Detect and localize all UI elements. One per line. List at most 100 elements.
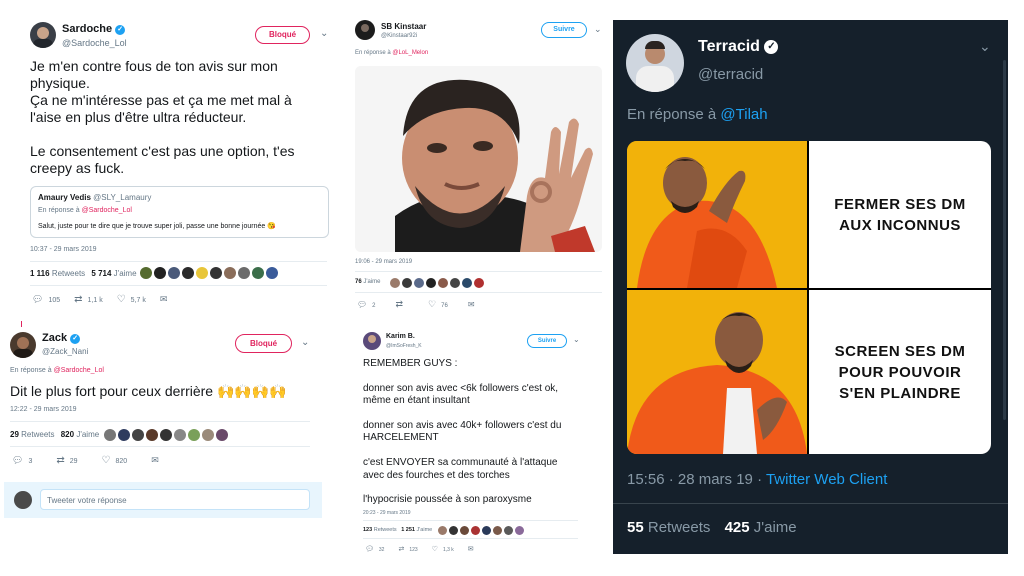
like-count: 425 (724, 519, 750, 536)
avatar[interactable] (174, 429, 186, 441)
avatar[interactable] (210, 267, 222, 279)
avatar[interactable] (216, 429, 228, 441)
avatar[interactable] (202, 429, 214, 441)
reply-to-link[interactable]: @Sardoche_Lol (54, 367, 104, 374)
retweet-button[interactable]: ⇄ 1,1 k (74, 294, 103, 305)
message-button[interactable]: ✉ (468, 300, 480, 309)
retweet-count: 1 116 (30, 269, 50, 278)
client-link[interactable]: Twitter Web Client (766, 471, 887, 488)
tweet-text: Je m'en contre fous de ton avis sur mon … (30, 58, 295, 176)
tweet-timestamp[interactable]: 20:23 - 29 mars 2019 (363, 510, 411, 516)
follow-button[interactable]: Suivre (527, 334, 567, 348)
tweet-timestamp[interactable]: 10:37 - 29 mars 2019 (30, 246, 97, 253)
avatar[interactable] (132, 429, 144, 441)
avatar[interactable] (471, 526, 480, 535)
scrollbar[interactable] (1003, 60, 1006, 420)
display-name[interactable]: Zack (42, 332, 67, 344)
avatar[interactable] (474, 278, 484, 288)
avatar[interactable] (188, 429, 200, 441)
chevron-down-icon[interactable]: ⌄ (301, 337, 309, 348)
avatar[interactable] (140, 267, 152, 279)
avatar[interactable] (390, 278, 400, 288)
avatar[interactable] (438, 278, 448, 288)
blocked-button[interactable]: Bloqué (235, 334, 292, 353)
user-handle[interactable]: @Sardoche_Lol (62, 38, 127, 48)
avatar[interactable] (450, 278, 460, 288)
avatar[interactable] (460, 526, 469, 535)
avatar[interactable] (426, 278, 436, 288)
like-button[interactable]: ♡ 5,7 k (117, 294, 146, 305)
tweet-timestamp[interactable]: 15:56 · 28 mars 19 · (627, 471, 766, 488)
display-name[interactable]: Terracid (698, 38, 760, 55)
avatar[interactable] (238, 267, 250, 279)
display-name[interactable]: Sardoche (62, 23, 112, 35)
avatar[interactable] (515, 526, 524, 535)
avatar[interactable] (118, 429, 130, 441)
user-handle[interactable]: @ImSoFresh_K (386, 343, 422, 349)
reply-icon: 💬︎ (12, 455, 24, 465)
reply-to-link[interactable]: @Tilah (720, 106, 767, 123)
avatar[interactable] (154, 267, 166, 279)
retweet-button[interactable]: ⇄ 123 (398, 545, 417, 553)
avatar[interactable] (168, 267, 180, 279)
reply-input[interactable]: Tweeter votre réponse (40, 489, 310, 510)
avatar[interactable] (504, 526, 513, 535)
avatar[interactable] (438, 526, 447, 535)
reply-icon: 💬︎ (32, 294, 44, 304)
message-button[interactable]: ✉ (151, 455, 164, 466)
avatar[interactable] (626, 34, 684, 92)
avatar[interactable] (160, 429, 172, 441)
tweet-timestamp[interactable]: 12:22 - 29 mars 2019 (10, 406, 77, 413)
tweet-photo[interactable] (355, 66, 602, 252)
verified-icon: ✓ (764, 40, 779, 54)
avatar[interactable] (414, 278, 424, 288)
reply-button[interactable]: 💬︎ 2 (357, 300, 376, 309)
retweet-button[interactable]: ⇄ (396, 299, 409, 310)
retweet-button[interactable]: ⇄ 29 (56, 455, 77, 466)
user-handle[interactable]: @Kinstaar92i (381, 33, 417, 39)
avatar[interactable] (196, 267, 208, 279)
reply-to-link[interactable]: @Sardoche_Lol (82, 207, 132, 214)
reply-button[interactable]: 💬︎ 3 (12, 455, 32, 466)
avatar[interactable] (224, 267, 236, 279)
reply-to-link[interactable]: @LoL_Melon (392, 50, 428, 56)
chevron-down-icon[interactable]: ⌄ (320, 28, 328, 39)
avatar[interactable] (363, 332, 381, 350)
blocked-button[interactable]: Bloqué (255, 26, 310, 44)
tweet-timestamp[interactable]: 19:06 - 29 mars 2019 (355, 259, 412, 265)
display-name[interactable]: SB Kinstaar (381, 22, 426, 31)
quoted-tweet[interactable]: Amaury Vedis @SLY_Lamaury En réponse à @… (30, 186, 329, 238)
avatar[interactable] (104, 429, 116, 441)
avatar[interactable] (462, 278, 472, 288)
follow-button[interactable]: Suivre (541, 22, 587, 38)
reply-button[interactable]: 💬︎ 32 (365, 545, 384, 553)
avatar[interactable] (30, 22, 56, 48)
like-button[interactable]: ♡ 76 (428, 299, 448, 310)
reply-button[interactable]: 💬︎ 105 (32, 294, 60, 305)
avatar[interactable] (182, 267, 194, 279)
message-button[interactable]: ✉ (160, 294, 173, 305)
chevron-down-icon[interactable]: ⌄ (594, 24, 602, 35)
quoted-name: Amaury Vedis (38, 193, 91, 202)
message-button[interactable]: ✉ (468, 545, 479, 553)
chevron-down-icon[interactable]: ⌄ (573, 335, 580, 344)
display-name[interactable]: Karim B. (386, 333, 415, 340)
avatar[interactable] (355, 20, 375, 40)
avatar[interactable] (493, 526, 502, 535)
user-handle[interactable]: @Zack_Nani (42, 347, 88, 356)
avatar[interactable] (10, 332, 36, 358)
meme-image[interactable]: FERMER SES DM AUX INCONNUS SCREEN SES DM… (627, 141, 991, 454)
man-ok-sign-image (355, 66, 602, 252)
user-handle[interactable]: @terracid (698, 66, 763, 83)
avatar[interactable] (449, 526, 458, 535)
avatar[interactable] (402, 278, 412, 288)
avatar[interactable] (482, 526, 491, 535)
heart-icon: ♡ (101, 455, 111, 466)
chevron-down-icon[interactable]: ⌄ (979, 38, 991, 55)
avatar[interactable] (252, 267, 264, 279)
like-button[interactable]: ♡ 1,3 k (432, 545, 454, 553)
like-button[interactable]: ♡ 820 (102, 455, 128, 466)
avatar[interactable] (266, 267, 278, 279)
avatar[interactable] (146, 429, 158, 441)
reply-icon: 💬︎ (357, 300, 368, 309)
